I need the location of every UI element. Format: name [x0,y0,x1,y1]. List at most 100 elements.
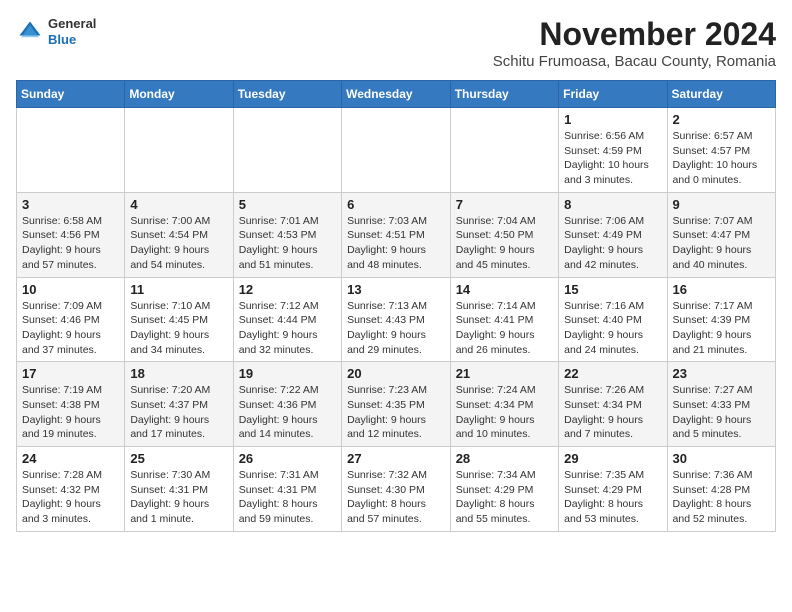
weekday-header: Monday [125,81,233,108]
calendar-cell: 30 Sunrise: 7:36 AM Sunset: 4:28 PM Dayli… [667,447,775,532]
calendar-cell: 5 Sunrise: 7:01 AM Sunset: 4:53 PM Daylig… [233,192,341,277]
calendar-cell: 7Sunrise: 7:04 AM Sunset: 4:50 PM Daylig… [450,192,558,277]
day-number: 1 [564,112,661,127]
calendar-cell: 13 Sunrise: 7:13 AM Sunset: 4:43 PM Dayli… [342,277,451,362]
calendar-week-row: 3 Sunrise: 6:58 AM Sunset: 4:56 PM Daylig… [17,192,776,277]
calendar-week-row: 10 Sunrise: 7:09 AM Sunset: 4:46 PM Dayli… [17,277,776,362]
calendar-cell: 19 Sunrise: 7:22 AM Sunset: 4:36 PM Dayli… [233,362,341,447]
day-number: 11 [130,282,227,297]
calendar-cell [17,108,125,193]
day-info: Sunrise: 6:58 AM Sunset: 4:56 PM Dayligh… [22,214,119,273]
day-info: Sunrise: 6:56 AM Sunset: 4:59 PM Dayligh… [564,129,661,188]
day-info: Sunrise: 7:10 AM Sunset: 4:45 PM Dayligh… [130,299,227,358]
calendar-cell [233,108,341,193]
calendar-cell: 15Sunrise: 7:16 AM Sunset: 4:40 PM Dayli… [559,277,667,362]
calendar-cell [342,108,451,193]
logo-text: General Blue [48,16,96,47]
day-number: 25 [130,451,227,466]
day-number: 29 [564,451,661,466]
day-number: 19 [239,366,336,381]
day-info: Sunrise: 7:28 AM Sunset: 4:32 PM Dayligh… [22,468,119,527]
logo: General Blue [16,16,96,47]
day-info: Sunrise: 7:20 AM Sunset: 4:37 PM Dayligh… [130,383,227,442]
day-info: Sunrise: 7:00 AM Sunset: 4:54 PM Dayligh… [130,214,227,273]
title-block: November 2024 Schitu Frumoasa, Bacau Cou… [493,16,776,70]
day-info: Sunrise: 7:34 AM Sunset: 4:29 PM Dayligh… [456,468,553,527]
day-info: Sunrise: 7:01 AM Sunset: 4:53 PM Dayligh… [239,214,336,273]
day-info: Sunrise: 7:13 AM Sunset: 4:43 PM Dayligh… [347,299,445,358]
calendar-cell: 12Sunrise: 7:12 AM Sunset: 4:44 PM Dayli… [233,277,341,362]
weekday-header: Sunday [17,81,125,108]
day-number: 22 [564,366,661,381]
calendar-cell: 1 Sunrise: 6:56 AM Sunset: 4:59 PM Daylig… [559,108,667,193]
day-info: Sunrise: 7:14 AM Sunset: 4:41 PM Dayligh… [456,299,553,358]
calendar-cell: 27Sunrise: 7:32 AM Sunset: 4:30 PM Dayli… [342,447,451,532]
day-info: Sunrise: 7:32 AM Sunset: 4:30 PM Dayligh… [347,468,445,527]
calendar-cell: 2 Sunrise: 6:57 AM Sunset: 4:57 PM Daylig… [667,108,775,193]
calendar-cell: 26 Sunrise: 7:31 AM Sunset: 4:31 PM Dayli… [233,447,341,532]
calendar-cell: 6Sunrise: 7:03 AM Sunset: 4:51 PM Daylig… [342,192,451,277]
calendar-table: SundayMondayTuesdayWednesdayThursdayFrid… [16,80,776,532]
day-number: 13 [347,282,445,297]
calendar-cell: 21Sunrise: 7:24 AM Sunset: 4:34 PM Dayli… [450,362,558,447]
calendar-cell: 11 Sunrise: 7:10 AM Sunset: 4:45 PM Dayli… [125,277,233,362]
day-info: Sunrise: 7:31 AM Sunset: 4:31 PM Dayligh… [239,468,336,527]
day-info: Sunrise: 7:22 AM Sunset: 4:36 PM Dayligh… [239,383,336,442]
day-number: 3 [22,197,119,212]
calendar-cell: 23Sunrise: 7:27 AM Sunset: 4:33 PM Dayli… [667,362,775,447]
weekday-header: Wednesday [342,81,451,108]
day-number: 23 [673,366,770,381]
day-number: 4 [130,197,227,212]
calendar-cell: 20 Sunrise: 7:23 AM Sunset: 4:35 PM Dayli… [342,362,451,447]
day-number: 17 [22,366,119,381]
calendar-cell: 22 Sunrise: 7:26 AM Sunset: 4:34 PM Dayli… [559,362,667,447]
calendar-cell: 3 Sunrise: 6:58 AM Sunset: 4:56 PM Daylig… [17,192,125,277]
day-info: Sunrise: 7:23 AM Sunset: 4:35 PM Dayligh… [347,383,445,442]
day-info: Sunrise: 7:12 AM Sunset: 4:44 PM Dayligh… [239,299,336,358]
day-info: Sunrise: 6:57 AM Sunset: 4:57 PM Dayligh… [673,129,770,188]
calendar-cell: 17 Sunrise: 7:19 AM Sunset: 4:38 PM Dayli… [17,362,125,447]
day-number: 10 [22,282,119,297]
day-number: 18 [130,366,227,381]
day-info: Sunrise: 7:36 AM Sunset: 4:28 PM Dayligh… [673,468,770,527]
calendar-cell [125,108,233,193]
logo-blue: Blue [48,32,96,48]
weekday-header: Saturday [667,81,775,108]
day-info: Sunrise: 7:35 AM Sunset: 4:29 PM Dayligh… [564,468,661,527]
calendar-cell: 9 Sunrise: 7:07 AM Sunset: 4:47 PM Daylig… [667,192,775,277]
calendar-week-row: 24 Sunrise: 7:28 AM Sunset: 4:32 PM Dayli… [17,447,776,532]
page-title: November 2024 [493,16,776,53]
calendar-week-row: 1 Sunrise: 6:56 AM Sunset: 4:59 PM Daylig… [17,108,776,193]
day-number: 30 [673,451,770,466]
day-number: 28 [456,451,553,466]
calendar-cell [450,108,558,193]
day-info: Sunrise: 7:09 AM Sunset: 4:46 PM Dayligh… [22,299,119,358]
day-number: 2 [673,112,770,127]
day-number: 14 [456,282,553,297]
day-number: 6 [347,197,445,212]
weekday-header: Tuesday [233,81,341,108]
calendar-cell: 18 Sunrise: 7:20 AM Sunset: 4:37 PM Dayli… [125,362,233,447]
day-number: 5 [239,197,336,212]
day-number: 21 [456,366,553,381]
day-number: 9 [673,197,770,212]
day-info: Sunrise: 7:26 AM Sunset: 4:34 PM Dayligh… [564,383,661,442]
calendar-week-row: 17 Sunrise: 7:19 AM Sunset: 4:38 PM Dayli… [17,362,776,447]
day-info: Sunrise: 7:19 AM Sunset: 4:38 PM Dayligh… [22,383,119,442]
day-number: 26 [239,451,336,466]
day-number: 7 [456,197,553,212]
calendar-cell: 16Sunrise: 7:17 AM Sunset: 4:39 PM Dayli… [667,277,775,362]
day-number: 16 [673,282,770,297]
day-info: Sunrise: 7:07 AM Sunset: 4:47 PM Dayligh… [673,214,770,273]
weekday-header: Friday [559,81,667,108]
calendar-cell: 10 Sunrise: 7:09 AM Sunset: 4:46 PM Dayli… [17,277,125,362]
calendar-cell: 25Sunrise: 7:30 AM Sunset: 4:31 PM Dayli… [125,447,233,532]
day-number: 15 [564,282,661,297]
day-number: 8 [564,197,661,212]
calendar-header-row: SundayMondayTuesdayWednesdayThursdayFrid… [17,81,776,108]
day-number: 24 [22,451,119,466]
calendar-cell: 4 Sunrise: 7:00 AM Sunset: 4:54 PM Daylig… [125,192,233,277]
calendar-cell: 8Sunrise: 7:06 AM Sunset: 4:49 PM Daylig… [559,192,667,277]
page-subtitle: Schitu Frumoasa, Bacau County, Romania [493,53,776,70]
day-number: 20 [347,366,445,381]
